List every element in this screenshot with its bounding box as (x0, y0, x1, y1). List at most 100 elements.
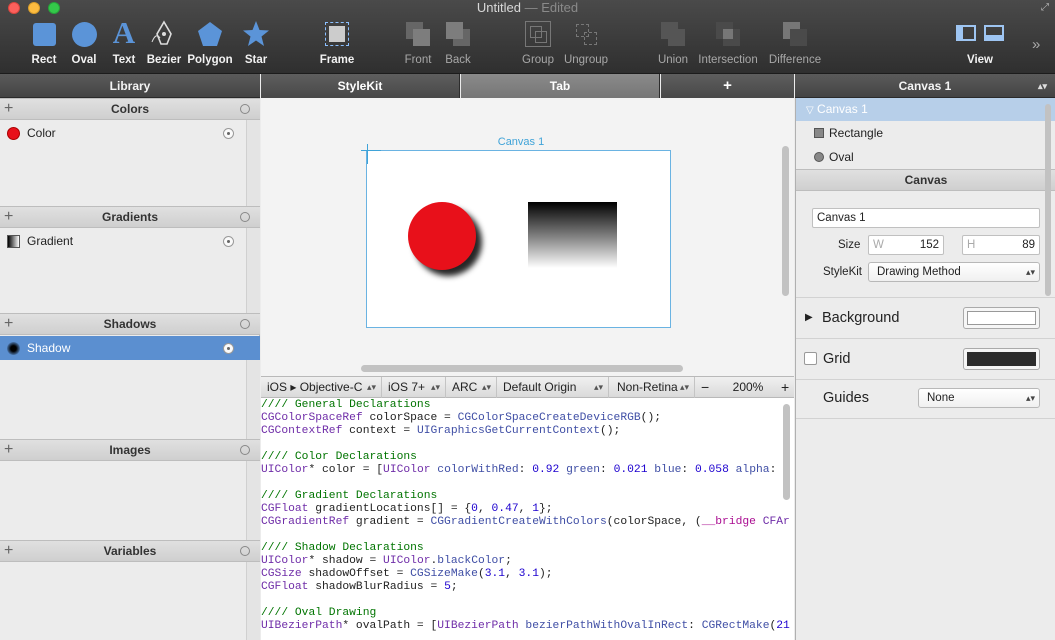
bring-front-icon (404, 20, 432, 48)
text-tool-button[interactable]: A Text (106, 15, 142, 66)
images-options-icon[interactable] (240, 445, 250, 455)
front-label: Front (404, 54, 432, 66)
code-token: gradientLocations[] = { (308, 503, 472, 515)
ios-version-popup[interactable]: iOS 7+ ▴▾ (382, 377, 446, 398)
code-token: * color = [ (308, 464, 384, 476)
tab-stylekit[interactable]: StyleKit (261, 74, 460, 98)
shadows-options-icon[interactable] (240, 319, 250, 329)
color-radio[interactable] (223, 128, 234, 139)
background-color-well[interactable] (963, 307, 1040, 329)
library-item-color[interactable]: Color (0, 121, 246, 145)
shadows-scrollbar[interactable] (246, 360, 260, 439)
polygon-tool-button[interactable]: Polygon (186, 20, 234, 66)
tree-item-oval[interactable]: Oval (796, 145, 1055, 169)
toolbar-overflow-button[interactable]: » (1032, 36, 1040, 53)
view-button[interactable]: View (952, 20, 1008, 66)
difference-button[interactable]: Difference (766, 20, 824, 66)
code-token: //// General Declarations (261, 399, 431, 411)
canvas-vertical-scrollbar[interactable] (782, 146, 789, 296)
variables-options-icon[interactable] (240, 546, 250, 556)
add-gradient-button[interactable]: + (4, 206, 13, 227)
platform-popup[interactable]: iOS ▸ Objective-C ▴▾ (261, 377, 382, 398)
disclosure-triangle-icon[interactable]: ▽ (806, 105, 814, 116)
code-token: green (566, 464, 601, 476)
intersection-button[interactable]: Intersection (694, 20, 762, 66)
retina-popup[interactable]: Non-Retina ▴▾ (609, 377, 695, 398)
background-disclosure-icon[interactable]: ▶ (805, 312, 813, 323)
zoom-in-button[interactable]: + (775, 377, 794, 398)
add-tab-button[interactable]: + (661, 74, 794, 98)
add-color-button[interactable]: + (4, 98, 13, 119)
guides-popup[interactable]: None ▴▾ (918, 388, 1040, 408)
colors-scrollbar[interactable] (246, 120, 260, 206)
fullscreen-icon[interactable]: ⤢ (1041, 2, 1049, 13)
canvas[interactable] (366, 150, 671, 328)
oval-shape[interactable] (408, 202, 476, 270)
union-icon (659, 20, 687, 48)
height-field[interactable]: H 89 (962, 235, 1040, 255)
tree-item-canvas[interactable]: ▽ Canvas 1 (796, 98, 1055, 121)
colors-options-icon[interactable] (240, 104, 250, 114)
gradients-options-icon[interactable] (240, 212, 250, 222)
shadow-radio[interactable] (223, 343, 234, 354)
code-token: bezierPathWithOvalInRect (525, 620, 689, 632)
view-panels-icon (954, 20, 1006, 48)
tab-tab[interactable]: Tab (461, 74, 660, 98)
oval-tool-button[interactable]: Oval (66, 20, 102, 66)
canvas-area[interactable]: Canvas 1 (261, 98, 794, 376)
back-button[interactable]: Back (438, 20, 478, 66)
code-view[interactable]: //// General Declarations CGColorSpaceRef… (261, 398, 794, 640)
origin-popup[interactable]: Default Origin ▴▾ (497, 377, 609, 398)
add-variable-button[interactable]: + (4, 540, 13, 561)
star-tool-button[interactable]: Star (238, 20, 274, 66)
code-token: UIColor (261, 555, 309, 567)
inspector-header-chevron-icon[interactable]: ▴▾ (1038, 74, 1047, 98)
code-token: CGColorSpaceRef (261, 412, 363, 424)
code-token: (); (599, 425, 621, 437)
rect-tool-button[interactable]: Rect (26, 20, 62, 66)
gradients-title: Gradients (101, 210, 158, 224)
tree-item-rectangle[interactable]: Rectangle (796, 121, 1055, 145)
stylekit-popup[interactable]: Drawing Method ▴▾ (868, 262, 1040, 282)
code-token: : (681, 464, 695, 476)
grid-color-well[interactable] (963, 348, 1040, 370)
images-scrollbar[interactable] (246, 461, 260, 540)
inspector-vertical-scrollbar[interactable] (1045, 104, 1051, 296)
memory-popup[interactable]: ARC ▴▾ (446, 377, 497, 398)
add-image-button[interactable]: + (4, 439, 13, 460)
canvas-label: Canvas 1 (497, 136, 545, 148)
code-token: (colorSpace, ( (606, 516, 702, 528)
gradients-scrollbar[interactable] (246, 228, 260, 313)
library-item-gradient[interactable]: Gradient (0, 229, 246, 253)
code-vertical-scrollbar[interactable] (783, 404, 790, 500)
code-line: //// Shadow Declarations (261, 542, 794, 555)
bezier-tool-button[interactable]: Bezier (144, 20, 184, 66)
group-button[interactable]: Group (518, 20, 558, 66)
frame-tool-button[interactable]: Frame (316, 20, 358, 66)
canvas-name-field[interactable]: Canvas 1 (812, 208, 1040, 228)
canvas-origin-handle-icon[interactable] (361, 144, 381, 164)
code-line: //// Gradient Declarations (261, 490, 794, 503)
code-token: 21 (776, 620, 790, 632)
variables-scrollbar[interactable] (246, 562, 260, 640)
rectangle-shape[interactable] (528, 202, 617, 268)
gradient-swatch (7, 235, 20, 248)
canvas-horizontal-scrollbar[interactable] (361, 365, 683, 372)
grid-checkbox[interactable] (804, 352, 817, 365)
union-button[interactable]: Union (652, 20, 694, 66)
add-shadow-button[interactable]: + (4, 313, 13, 334)
colors-title: Colors (110, 102, 149, 116)
zoom-out-button[interactable]: − (695, 377, 713, 398)
width-field[interactable]: W 152 (868, 235, 944, 255)
gradient-label: Gradient (27, 234, 74, 248)
code-token: , (505, 568, 519, 580)
ungroup-button[interactable]: Ungroup (562, 20, 610, 66)
images-section-header: + Images (0, 439, 260, 461)
front-button[interactable]: Front (398, 20, 438, 66)
library-item-shadow[interactable]: Shadow (0, 336, 260, 360)
group-label: Group (522, 54, 554, 66)
gradient-radio[interactable] (223, 236, 234, 247)
code-token: //// Color Declarations (261, 451, 417, 463)
